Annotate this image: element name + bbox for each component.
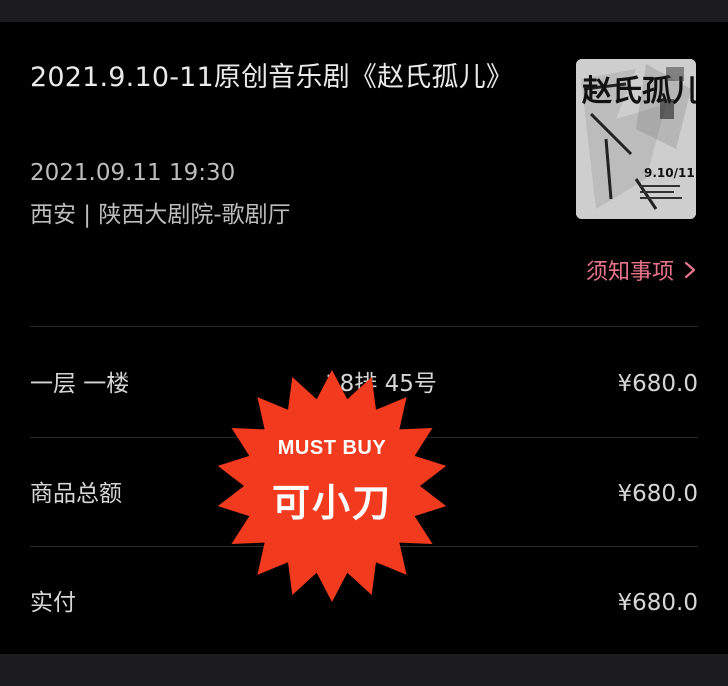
event-venue: 西安 | 陕西大剧院-歌剧厅 [30, 202, 291, 228]
seat-area-label: 一层 一楼 [30, 371, 130, 397]
top-strip [0, 0, 728, 22]
watermark-main-text: 可小刀 [271, 481, 392, 525]
poster-artwork: 赵氏孤儿 9.10/11 [576, 59, 696, 219]
event-datetime: 2021.09.11 19:30 [30, 160, 236, 186]
notice-link[interactable]: 须知事项 [586, 258, 696, 288]
watermark-top-text: MUST BUY [277, 437, 387, 459]
divider [30, 326, 698, 327]
paid-label: 实付 [30, 590, 76, 616]
seat-price: ¥680.0 [617, 371, 698, 397]
subtotal-label: 商品总额 [30, 481, 122, 507]
bottom-strip [0, 654, 728, 686]
subtotal-value: ¥680.0 [617, 481, 698, 507]
event-title: 2021.9.10-11原创音乐剧《赵氏孤儿》 [30, 62, 514, 93]
must-buy-watermark: MUST BUY 可小刀 [214, 368, 450, 604]
poster-date: 9.10/11 [644, 166, 695, 180]
paid-value: ¥680.0 [617, 590, 698, 616]
chevron-right-icon [684, 258, 696, 288]
notice-label: 须知事项 [585, 260, 674, 285]
event-poster[interactable]: 赵氏孤儿 9.10/11 [576, 59, 696, 219]
